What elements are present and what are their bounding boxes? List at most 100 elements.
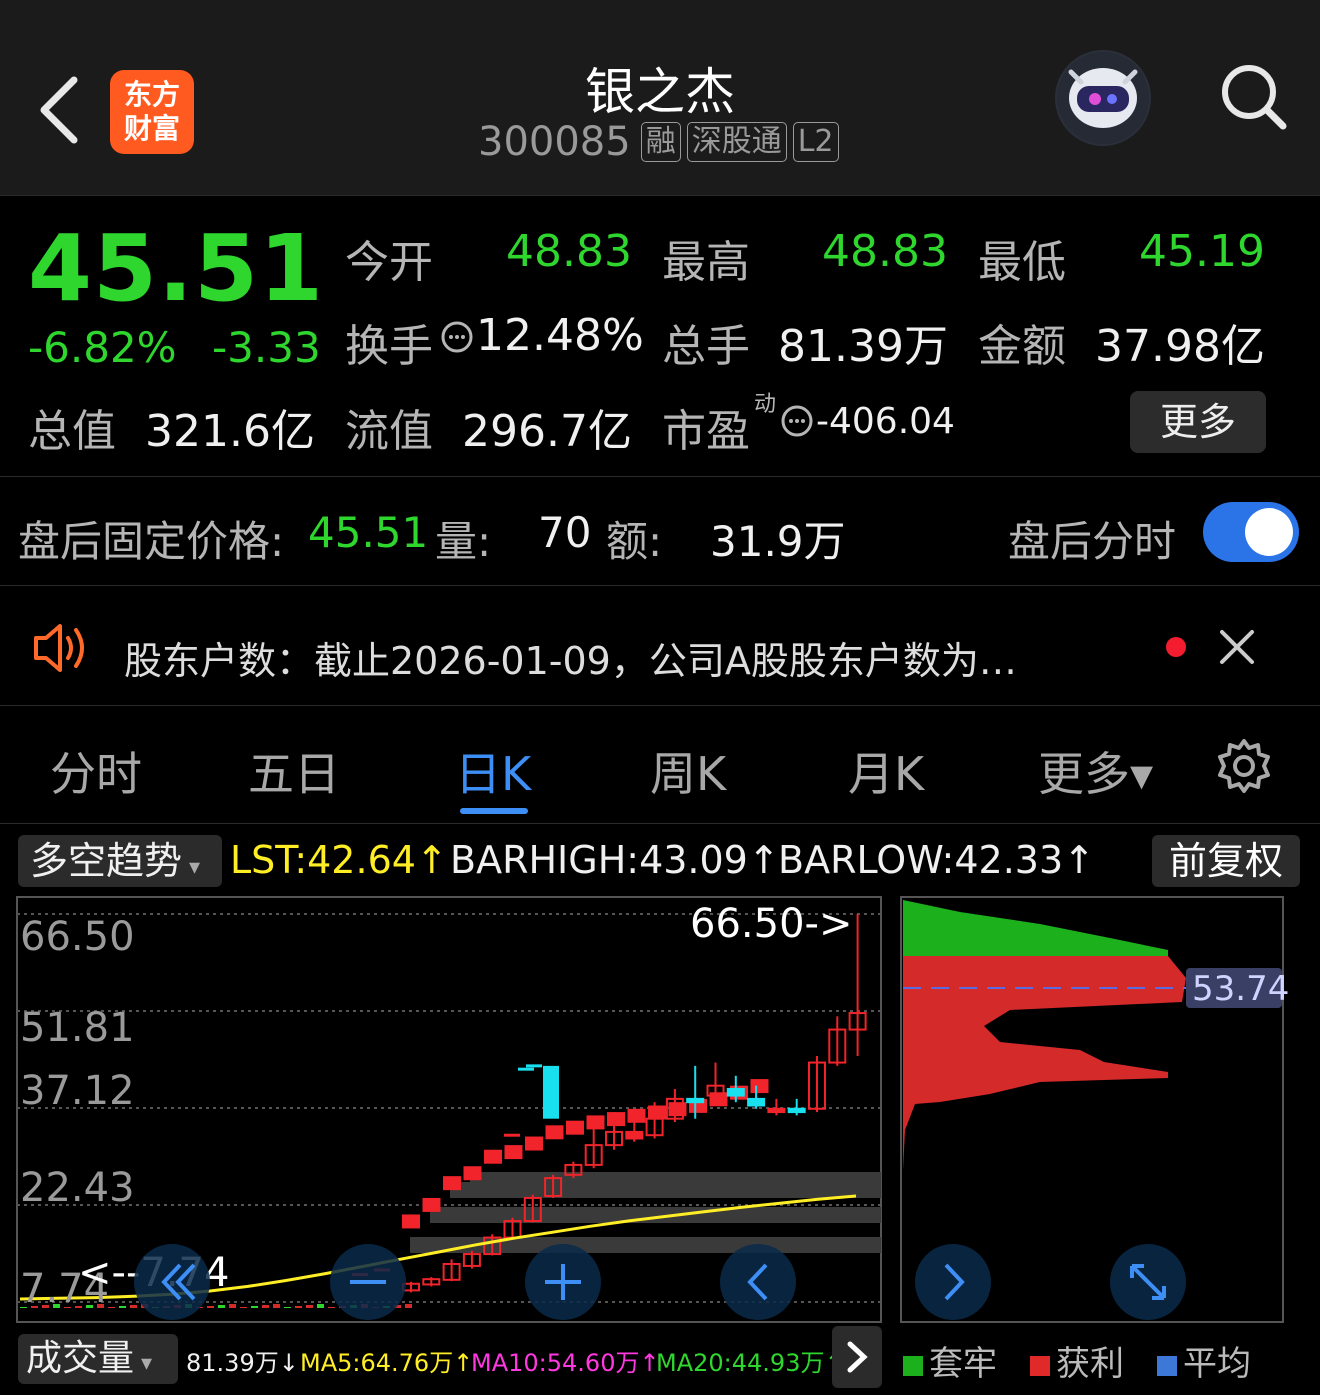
- volume-ma5: MA5:64.76万↑: [300, 1349, 474, 1377]
- scroll-right-button[interactable]: [915, 1244, 991, 1320]
- volume-current: 81.39万↓: [186, 1349, 299, 1377]
- high-value: 48.83: [822, 226, 948, 277]
- stock-code: 300085: [478, 119, 631, 165]
- float-value: 296.7亿: [462, 406, 632, 457]
- volume-mini-bar: [317, 1304, 324, 1308]
- tab-five-day[interactable]: 五日: [248, 738, 340, 804]
- volume-more-button[interactable]: [832, 1326, 882, 1388]
- volume-mini-bar: [295, 1306, 302, 1308]
- open-label: 今开: [345, 237, 433, 288]
- scroll-left-button[interactable]: [720, 1244, 796, 1320]
- adjust-button[interactable]: 前复权: [1152, 835, 1300, 887]
- after-toggle-label: 盘后分时: [1008, 517, 1177, 566]
- y-tick-label: 51.81: [20, 1005, 135, 1051]
- volume-mini-bar: [218, 1305, 225, 1308]
- mcap-label: 总值: [28, 406, 116, 457]
- volume-ma20: MA20:44.93万↑: [656, 1349, 845, 1377]
- pe-info-icon[interactable]: [780, 404, 814, 438]
- legend-label: 获利: [1056, 1344, 1124, 1384]
- indicator-barlow: BARLOW:42.33↑: [778, 838, 1095, 882]
- after-price-value: 45.51: [308, 508, 429, 557]
- pe-value: -406.04: [816, 401, 955, 442]
- y-tick-label: 37.12: [20, 1068, 135, 1114]
- after-vol-value: 70: [538, 508, 592, 557]
- trend-block: [463, 1166, 482, 1181]
- legend-average: 平均: [1157, 1336, 1251, 1385]
- max-price-label: 66.50->: [690, 901, 852, 947]
- legend-swatch: [1157, 1355, 1177, 1376]
- profile-label: 53.74: [1192, 969, 1289, 1009]
- l2-tag: L2: [792, 122, 839, 162]
- candle-body: [686, 1097, 705, 1104]
- volume-mini-bar: [130, 1305, 137, 1308]
- margin-tag: 融: [640, 122, 681, 162]
- candle-body: [625, 1130, 644, 1140]
- volume-indicator-select[interactable]: 成交量 ▾: [18, 1334, 178, 1384]
- volume-mini-bar: [251, 1306, 258, 1308]
- after-price-label: 盘后固定价格:: [18, 517, 285, 566]
- indicator-select-label: 多空趋势: [30, 839, 183, 883]
- info-icon[interactable]: [440, 320, 474, 354]
- search-icon[interactable]: [1215, 58, 1295, 138]
- tab-monthly-k[interactable]: 月K: [848, 738, 924, 804]
- volume-mini-bar: [229, 1304, 236, 1308]
- legend-label: 平均: [1183, 1344, 1251, 1384]
- speaker-icon: [34, 624, 84, 672]
- open-value: 48.83: [506, 226, 632, 277]
- volume-mini-bar: [262, 1305, 269, 1308]
- trend-block: [750, 1079, 769, 1094]
- stock-subtitle: 300085 融 深股通 L2: [478, 118, 839, 166]
- indicator-lst: LST:42.64↑: [230, 838, 448, 882]
- scroll-left-double-button[interactable]: [134, 1244, 210, 1320]
- legend-profit: 获利: [1030, 1336, 1124, 1385]
- tab-weekly-k[interactable]: 周K: [650, 738, 726, 804]
- kline-chart[interactable]: 66.5051.8137.1222.437.74 66.50-> <--7.74…: [0, 890, 1320, 1330]
- settings-gear-icon[interactable]: [1214, 736, 1274, 796]
- pe-superscript: 动: [754, 392, 777, 417]
- volume-label: 总手: [662, 321, 750, 372]
- trend-block: [709, 1092, 728, 1107]
- dropdown-arrow-icon: ▾: [182, 855, 201, 880]
- volume-mini-bar: [273, 1304, 280, 1308]
- legend-label: 套牢: [929, 1344, 997, 1384]
- after-vol-label: 量:: [435, 517, 492, 566]
- low-label: 最低: [978, 237, 1066, 288]
- after-hours-toggle[interactable]: [1203, 502, 1299, 562]
- change-amount: -3.33: [212, 323, 321, 372]
- trend-block: [566, 1120, 584, 1135]
- candle-body: [747, 1097, 766, 1107]
- after-amt-value: 31.9万: [710, 517, 846, 566]
- trend-block: [545, 1125, 564, 1140]
- volume-value: 81.39万: [778, 321, 948, 372]
- indicator-barhigh: BARHIGH:43.09↑: [450, 838, 780, 882]
- candle-body: [767, 1107, 786, 1114]
- y-tick-label: 22.43: [20, 1165, 135, 1211]
- volume-mini-bar: [240, 1307, 247, 1308]
- assistant-robot-icon[interactable]: [1055, 50, 1151, 146]
- candle-body: [726, 1087, 745, 1097]
- after-amt-label: 额:: [606, 517, 663, 566]
- tab-more[interactable]: 更多▾: [1038, 738, 1153, 804]
- candles: [352, 914, 867, 1293]
- volume-mini-bar: [284, 1307, 291, 1308]
- volume-dropdown-icon: ▾: [134, 1351, 153, 1376]
- candle-body: [787, 1107, 806, 1114]
- notice-text[interactable]: 股东户数：截止2026-01-09，公司A股股东户数为…: [124, 630, 1017, 685]
- legend-swatch: [1030, 1355, 1050, 1376]
- volume-mini-bar: [306, 1305, 313, 1308]
- tab-daily-k[interactable]: 日K: [455, 738, 531, 804]
- profile-trapped: [903, 900, 1168, 956]
- volume-mini-bar: [119, 1306, 126, 1308]
- indicator-select[interactable]: 多空趋势 ▾: [18, 835, 222, 887]
- trend-block: [525, 1136, 543, 1151]
- trend-block: [504, 1145, 523, 1160]
- close-icon[interactable]: [1218, 628, 1256, 666]
- float-label: 流值: [345, 406, 433, 457]
- unread-dot: [1166, 637, 1186, 657]
- trend-block: [627, 1108, 646, 1123]
- low-value: 45.19: [1139, 226, 1265, 277]
- high-label: 最高: [662, 237, 750, 288]
- tab-intraday[interactable]: 分时: [50, 738, 142, 804]
- volume-ma10: MA10:54.60万↑: [471, 1349, 660, 1377]
- more-button[interactable]: 更多: [1130, 391, 1266, 453]
